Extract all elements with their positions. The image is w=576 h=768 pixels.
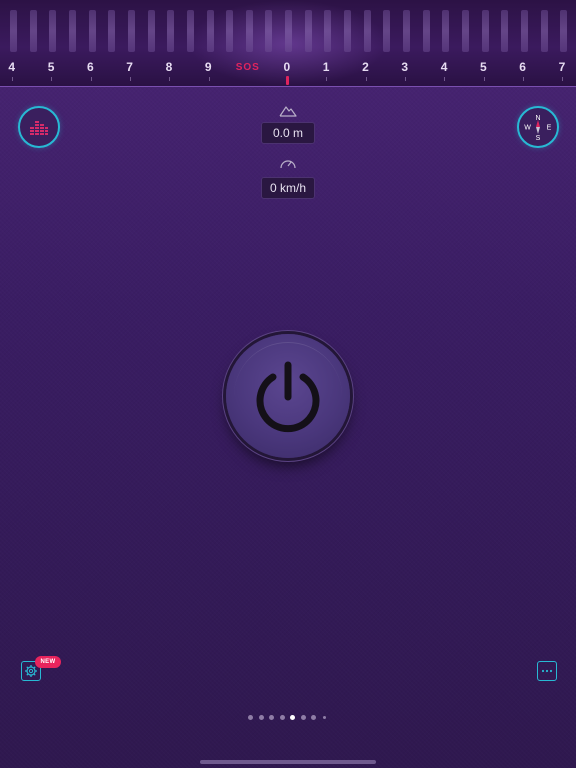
dial-bar bbox=[285, 10, 293, 52]
dial-label: 4 bbox=[440, 60, 448, 74]
dial-bar bbox=[29, 10, 37, 52]
compass-button[interactable]: N S E W bbox=[517, 106, 559, 148]
dial-label: 6 bbox=[87, 60, 95, 74]
mountain-icon bbox=[279, 106, 297, 117]
dial-bar bbox=[540, 10, 548, 52]
page-dot[interactable] bbox=[311, 715, 316, 720]
dial-bar bbox=[344, 10, 352, 52]
dial-bar bbox=[186, 10, 194, 52]
more-button[interactable] bbox=[537, 661, 557, 681]
dial-bar bbox=[10, 10, 17, 52]
dial-bar bbox=[127, 10, 135, 52]
page-dot[interactable] bbox=[269, 715, 274, 720]
dial-tick bbox=[562, 77, 564, 81]
new-badge: NEW bbox=[35, 656, 61, 668]
speed-readout: 0 km/h bbox=[261, 177, 315, 199]
dial-label-sos: SOS bbox=[235, 62, 260, 73]
dial-tick bbox=[51, 77, 53, 81]
home-indicator[interactable] bbox=[200, 760, 376, 764]
dial-tick bbox=[326, 77, 328, 81]
dial-tick bbox=[405, 77, 406, 81]
dial-bar bbox=[68, 10, 76, 52]
dial-tick bbox=[365, 77, 367, 81]
dial-bar bbox=[560, 10, 568, 52]
dial-bar bbox=[245, 10, 253, 52]
dial-tick bbox=[483, 77, 485, 81]
dial-tick bbox=[444, 77, 446, 81]
dial-tick bbox=[90, 77, 92, 81]
dial-tick bbox=[169, 77, 171, 81]
dial-bar bbox=[88, 10, 96, 52]
dial-bar bbox=[108, 10, 116, 52]
dial-label: 1 bbox=[322, 60, 330, 74]
dial-label: 7 bbox=[126, 60, 134, 74]
compass-east-label: E bbox=[547, 125, 552, 132]
page-dot[interactable] bbox=[248, 715, 253, 720]
dial-tick bbox=[522, 77, 524, 81]
dial-tick bbox=[129, 77, 131, 81]
dial-tick bbox=[208, 77, 210, 81]
dial-bar bbox=[383, 10, 391, 52]
power-button[interactable] bbox=[226, 334, 350, 458]
page-dot[interactable] bbox=[300, 715, 306, 720]
dial-tick bbox=[12, 77, 13, 81]
page-dot[interactable] bbox=[290, 715, 295, 720]
dial-label: 6 bbox=[519, 60, 527, 74]
dial-label: 9 bbox=[204, 60, 213, 74]
dial-bar bbox=[481, 10, 489, 52]
page-indicator[interactable] bbox=[248, 714, 328, 722]
more-dots-icon bbox=[541, 669, 553, 673]
dial-bar bbox=[324, 10, 332, 52]
equalizer-icon bbox=[30, 121, 48, 135]
dial-bar bbox=[461, 10, 469, 52]
dial-bar bbox=[403, 10, 410, 52]
dial-bar bbox=[147, 10, 155, 52]
dial-label: 4 bbox=[8, 60, 16, 74]
dial-label: 5 bbox=[480, 60, 488, 74]
dial-bars bbox=[0, 10, 576, 52]
compass-west-label: W bbox=[524, 125, 531, 132]
dial-label: 8 bbox=[165, 60, 173, 74]
page-dot[interactable] bbox=[258, 715, 264, 720]
dial-bar bbox=[422, 10, 430, 52]
dial-label: 0 bbox=[283, 60, 291, 74]
compass-icon: N S E W bbox=[524, 115, 552, 142]
equalizer-button[interactable] bbox=[18, 106, 60, 148]
strobe-frequency-dial[interactable]: 4 5 6 7 8 9 SOS 0 1 2 3 4 5 6 7 bbox=[0, 0, 576, 87]
page-dot[interactable] bbox=[279, 715, 285, 720]
dial-bar bbox=[167, 10, 175, 52]
compass-needle-south bbox=[536, 127, 540, 134]
dial-label: 3 bbox=[401, 60, 409, 74]
dial-bar bbox=[363, 10, 371, 52]
dial-bar bbox=[304, 10, 312, 52]
dial-bar bbox=[49, 10, 57, 52]
dial-bar bbox=[265, 10, 273, 52]
dial-label: 5 bbox=[47, 60, 55, 74]
dial-bar bbox=[442, 10, 450, 52]
compass-south-label: S bbox=[536, 135, 541, 142]
power-icon bbox=[256, 361, 320, 433]
dial-bar bbox=[501, 10, 509, 52]
dial-bar bbox=[206, 10, 214, 52]
page-dot[interactable] bbox=[322, 716, 326, 719]
dial-bar bbox=[226, 10, 234, 52]
speedometer-icon bbox=[280, 160, 296, 169]
dial-selection-indicator bbox=[286, 76, 289, 85]
dial-bar bbox=[520, 10, 528, 52]
dial-label: 2 bbox=[362, 60, 370, 74]
altitude-readout: 0.0 m bbox=[261, 122, 315, 144]
dial-label: 7 bbox=[558, 60, 566, 74]
